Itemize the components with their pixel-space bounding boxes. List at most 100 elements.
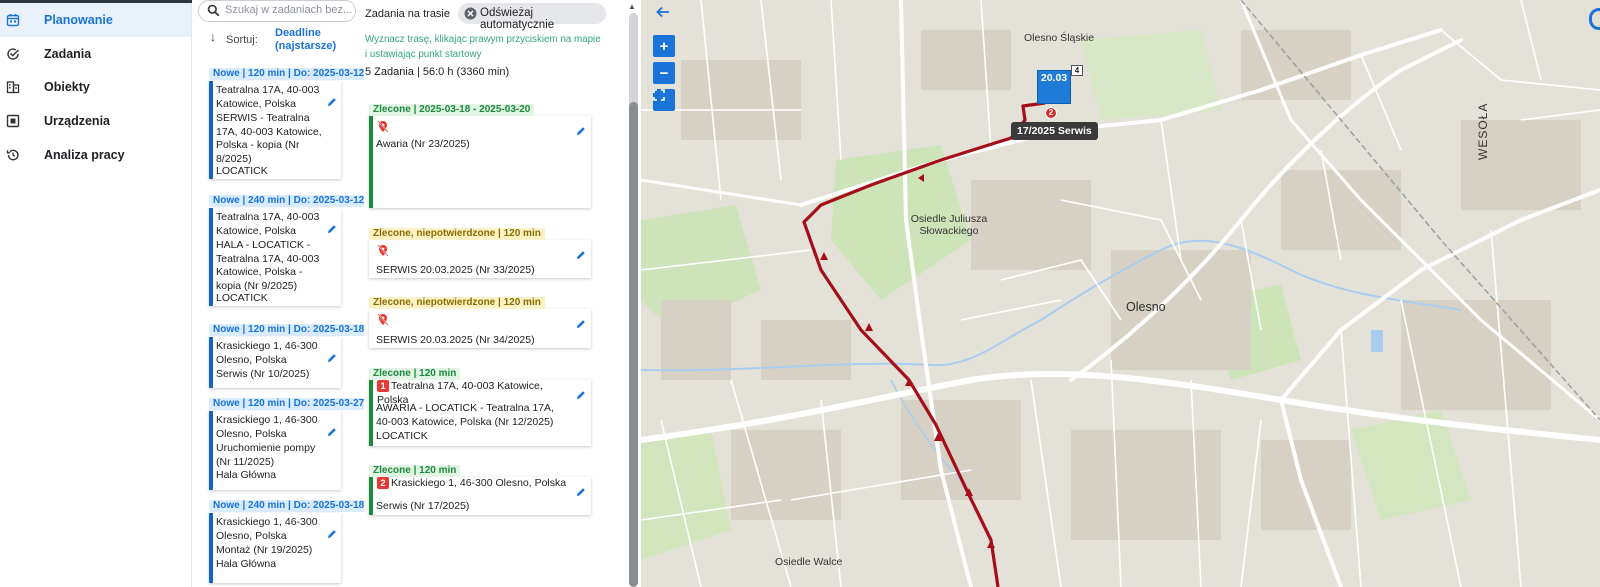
marker-date: 20.03 [1040,72,1068,84]
route-task-card[interactable]: Zlecone | 2025-03-18 - 2025-03-20 Awaria… [369,104,591,208]
route-task-description: Awaria (Nr 23/2025) [376,138,470,150]
route-panel-title: Zadania na trasie [365,8,450,20]
no-location-icon [377,313,389,329]
nav-item-analiza-pracy[interactable]: Analiza pracy [0,138,191,172]
search-icon [207,4,220,20]
zoom-out-button[interactable]: − [653,62,675,84]
nav-label: Zadania [44,47,92,61]
edit-icon[interactable] [576,250,586,263]
route-task-card[interactable]: Zlecone | 120 min 1 Teatralna 17A, 40-003… [369,368,591,446]
route-task-address-text: Krasickiego 1, 46-300 Olesno, Polska [391,477,567,489]
route-task-card[interactable]: Zlecone, niepotwierdzone | 120 min SERWI… [369,228,591,278]
edit-icon[interactable] [576,319,586,332]
task-search[interactable] [198,0,356,22]
edit-icon[interactable] [576,487,586,500]
task-card[interactable]: Nowe | 240 min | Do: 2025-03-18 Krasicki… [209,500,369,583]
route-hint: Wyznacz trasę, klikając prawym przyciski… [365,34,601,60]
sort-label: Sortuj: [226,34,258,46]
route-tasks-panel: Zadania na trasie Odświeżaj automatyczni… [364,0,610,587]
edit-icon[interactable] [327,224,337,237]
route-stop-pin[interactable]: 2 [1045,107,1057,119]
edit-icon[interactable] [576,390,586,403]
route-task-description: AWARIA - LOCATICK - Teatralna 17A, 40-00… [376,402,554,428]
route-card-header: Zlecone, niepotwierdzone | 120 min [369,297,545,309]
task-address: Teatralna 17A, 40-003 Katowice, Polska [216,84,320,110]
back-button[interactable] [655,4,681,30]
edit-icon[interactable] [327,427,337,440]
route-task-description: Serwis (Nr 17/2025) [376,500,470,512]
sort-value[interactable]: Deadline (najstarsze) [275,27,355,53]
route-task-card[interactable]: Zlecone, niepotwierdzone | 120 min SERWI… [369,297,591,348]
task-card-header: Nowe | 120 min | Do: 2025-03-18 [209,324,369,336]
map-label-wesola: WESOŁA [1476,102,1490,160]
route-summary: 5 Zadania | 56:0 h (3360 min) [365,66,510,78]
map-label-osiedle-slowackiego: Osiedle Juliusza Słowackiego [910,213,988,237]
scroll-up-icon[interactable]: ▲ [628,2,636,11]
route-panel-scrollbar[interactable]: ▲ [625,0,641,587]
history-icon [6,148,20,162]
nav-label: Analiza pracy [44,148,125,162]
map-view[interactable]: Olesno Śląskie Osiedle Juliusza Słowacki… [641,0,1600,587]
route-task-object: LOCATICK [376,430,428,442]
task-card[interactable]: Nowe | 240 min | Do: 2025-03-12 Teatraln… [209,195,369,306]
route-task-card[interactable]: Zlecone | 120 min 2 Krasickiego 1, 46-300… [369,465,591,515]
nav-item-planowanie[interactable]: Planowanie [0,3,191,37]
date-cluster-marker[interactable]: 20.03 4 [1037,65,1083,104]
zoom-in-button[interactable]: + [653,35,675,57]
task-address: Krasickiego 1, 46-300 Olesno, Polska [216,414,318,440]
calendar-icon [6,13,20,27]
route-card-header: Zlecone, niepotwierdzone | 120 min [369,228,545,240]
map-label-olesno: Olesno [1126,300,1166,314]
task-object: LOCATICK [216,292,268,304]
nav-item-obiekty[interactable]: Obiekty [0,70,191,104]
task-card-header: Nowe | 120 min | Do: 2025-03-27 [209,398,369,410]
close-circle-icon[interactable] [464,7,477,23]
route-card-header: Zlecone | 120 min [369,368,461,380]
status-bar [369,116,373,208]
task-card[interactable]: Nowe | 120 min | Do: 2025-03-27 Krasicki… [209,398,369,490]
task-description: Uruchomienie pompy (Nr 11/2025) [216,442,316,468]
status-bar [369,380,373,446]
task-card[interactable]: Nowe | 120 min | Do: 2025-03-12 Teatraln… [209,68,369,179]
task-object: Hala Główna [216,558,277,570]
fit-bounds-button[interactable] [653,89,675,111]
nav-label: Urządzenia [44,114,110,128]
task-address: Krasickiego 1, 46-300 Olesno, Polska [216,516,318,542]
no-location-icon [377,120,389,136]
route-task-description: SERWIS 20.03.2025 (Nr 33/2025) [376,264,535,276]
sort-control[interactable]: ↓ Sortuj: Deadline (najstarsze) [210,27,360,55]
nav-item-urzadzenia[interactable]: Urządzenia [0,104,191,138]
task-card-header: Nowe | 240 min | Do: 2025-03-18 [209,500,369,512]
arrow-left-icon [656,6,669,18]
building-icon [6,80,20,94]
task-description: SERWIS - Teatralna 17A, 40-003 Katowice,… [216,112,322,165]
map-cluster-edge [1589,8,1600,30]
edit-icon[interactable] [327,353,337,366]
nav-item-zadania[interactable]: Zadania [0,37,191,71]
task-address: Krasickiego 1, 46-300 Olesno, Polska [216,340,318,366]
task-description: HALA - LOCATICK - Teatralna 17A, 40-003 … [216,239,320,292]
scrollbar-thumb[interactable] [629,102,638,587]
route-order-badge: 2 [377,477,389,489]
map-tooltip: 17/2025 Serwis [1011,122,1098,140]
auto-refresh-chip[interactable]: Odświeżaj automatycznie [458,3,606,31]
task-description: Serwis (Nr 10/2025) [216,368,310,380]
map-label-olesno-slaskie: Olesno Śląskie [1024,32,1095,44]
route-task-description: SERWIS 20.03.2025 (Nr 34/2025) [376,334,535,346]
task-card[interactable]: Nowe | 120 min | Do: 2025-03-18 Krasicki… [209,324,369,388]
park-area [641,430,731,560]
pond [1371,330,1383,352]
task-description: Montaż (Nr 19/2025) [216,544,313,556]
task-object: Hala Główna [216,469,277,481]
edit-icon[interactable] [327,97,337,110]
map-label-osiedle-walce: Osiedle Walce [775,556,843,568]
nav-label: Obiekty [44,80,90,94]
auto-refresh-label: Odświeżaj automatycznie [480,7,555,31]
edit-icon[interactable] [327,529,337,542]
marker-count: 4 [1071,65,1083,76]
search-input[interactable] [225,4,353,16]
edit-icon[interactable] [576,126,586,139]
map-canvas[interactable] [641,0,1600,587]
task-object: LOCATICK [216,165,268,177]
task-check-icon [6,47,20,61]
